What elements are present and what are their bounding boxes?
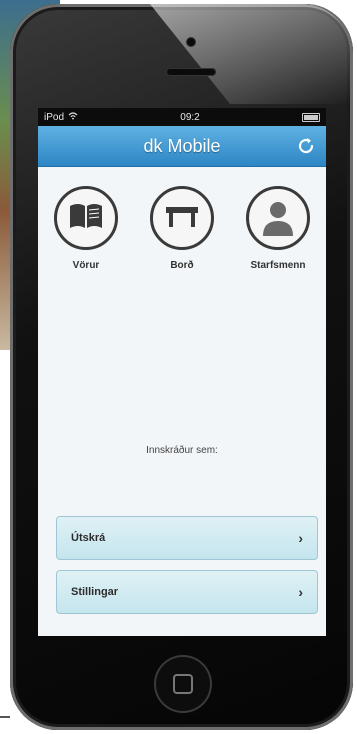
tile-tables[interactable]: Borð [142, 186, 222, 271]
chevron-right-icon: › [298, 584, 303, 600]
tile-staff-label: Starfsmenn [250, 260, 306, 271]
wifi-icon [68, 111, 78, 123]
settings-label: Stillingar [71, 586, 119, 598]
refresh-icon[interactable] [294, 134, 318, 158]
status-bar: iPod 09:2 [38, 108, 326, 126]
tile-staff[interactable]: Starfsmenn [238, 186, 318, 271]
settings-button[interactable]: Stillingar › [56, 570, 318, 614]
tile-tables-label: Borð [170, 260, 194, 271]
edge-mark [0, 716, 10, 718]
book-icon [66, 196, 106, 241]
person-icon [258, 196, 298, 241]
home-button[interactable] [154, 655, 212, 713]
front-camera [187, 38, 195, 46]
main-menu-tiles: Vörur Borð Starfsmenn [38, 186, 326, 271]
carrier-label: iPod [44, 111, 65, 123]
clock: 09:2 [180, 111, 200, 123]
earpiece-speaker [166, 68, 216, 76]
logged-in-label: Innskráður sem: [146, 445, 218, 456]
home-square-icon [173, 674, 193, 694]
chevron-right-icon: › [298, 530, 303, 546]
table-icon [162, 196, 202, 241]
app-title: dk Mobile [143, 135, 221, 156]
tile-products-label: Vörur [72, 260, 100, 271]
app-header: dk Mobile [38, 126, 326, 167]
tile-products[interactable]: Vörur [46, 186, 126, 271]
screen: iPod 09:2 dk Mobile Vörur Borð Starfsmen… [38, 108, 326, 636]
battery-icon [301, 112, 320, 122]
logout-button[interactable]: Útskrá › [56, 516, 318, 560]
logout-label: Útskrá [71, 532, 106, 544]
